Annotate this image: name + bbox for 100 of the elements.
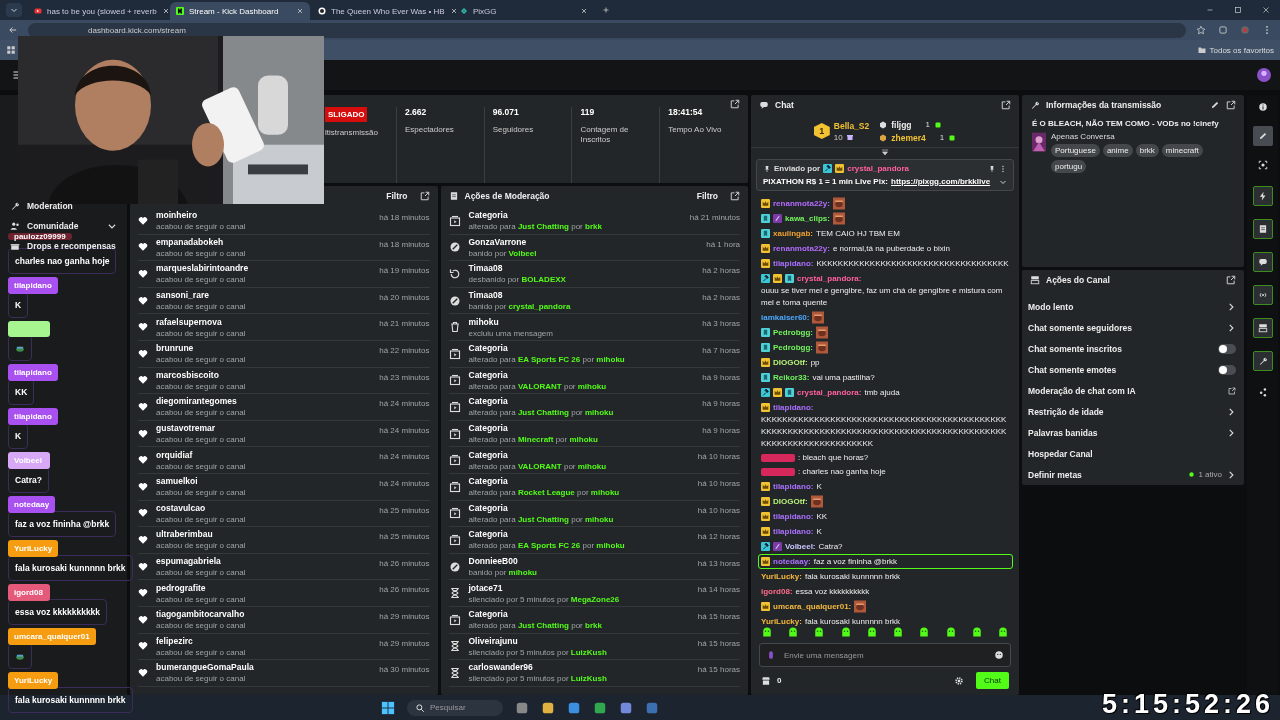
tag[interactable]: minecraft — [1161, 144, 1203, 157]
hammer-badge-icon — [761, 274, 770, 283]
tool-button[interactable] — [1252, 252, 1273, 272]
filter-button[interactable]: Filtro — [386, 191, 408, 201]
tv-icon — [448, 347, 461, 360]
tool-button[interactable] — [1252, 219, 1273, 239]
browser-tab[interactable]: The Queen Who Ever Was • HB — [312, 2, 452, 20]
toggle-switch[interactable] — [1218, 343, 1236, 354]
user-name: crystal_pandora: — [797, 387, 862, 399]
chat-button[interactable]: Chat — [976, 672, 1009, 689]
user-name: DIOGOtf: — [773, 357, 808, 369]
user-name: tilapidano: — [773, 511, 814, 523]
channel-action[interactable]: Hospedar Canal — [1022, 443, 1244, 464]
user-name: notedaay: — [773, 556, 811, 568]
user-name-tag: umcara_qualquer01 — [8, 628, 96, 645]
message-field[interactable]: Envie uma mensagem — [759, 643, 1011, 667]
expand-icon — [419, 191, 430, 201]
bookmarks-link[interactable]: Todos os favoritos — [1197, 45, 1274, 55]
close-tab-button[interactable] — [580, 7, 588, 15]
new-tab-button[interactable] — [602, 6, 610, 14]
expand-button[interactable] — [419, 191, 430, 201]
close-icon — [1262, 6, 1270, 14]
sidebar-item[interactable]: Moderation — [0, 200, 127, 212]
tv-icon — [448, 400, 461, 413]
activity-description: acabou de seguir o canal — [156, 461, 247, 471]
timestamp: há 10 horas — [697, 478, 740, 488]
link[interactable]: https://pixgg.com/brkklive — [891, 177, 991, 186]
tv-icon — [448, 374, 461, 387]
user-name-tag: YuriLucky — [8, 672, 59, 689]
chevron-down-icon — [10, 6, 18, 14]
tag[interactable]: Portuguese — [1051, 144, 1100, 157]
nodes-icon — [1257, 387, 1268, 397]
channel-action[interactable]: Chat somente emotes — [1022, 359, 1244, 380]
tool-button[interactable] — [1252, 186, 1273, 206]
search-field[interactable]: Pesquisar — [407, 699, 503, 716]
bookmark-badge-icon — [761, 229, 770, 238]
action-description: desbanido por BOLADEXX — [468, 275, 567, 285]
message-text: KKKKKKKKKKKKKKKKKKKKKKKKKKKKKKKKKKKK — [816, 257, 1009, 270]
close-tab-button[interactable] — [449, 7, 458, 15]
close-tab-button[interactable] — [161, 7, 170, 15]
tool-button[interactable] — [1252, 318, 1273, 338]
channel-action[interactable]: Chat somente inscritos — [1022, 338, 1244, 359]
user-name: umcara_qualquer01: — [773, 601, 852, 613]
expand-button[interactable] — [1226, 275, 1236, 285]
settings-button[interactable] — [954, 675, 965, 686]
timestamp: há 1 hora — [706, 239, 740, 249]
tag[interactable]: anime — [1102, 144, 1133, 157]
timestamp: há 9 horas — [702, 372, 740, 382]
maximize-icon — [1234, 6, 1242, 14]
channel-action[interactable]: Definir metas 1 ativo — [1022, 464, 1244, 485]
channel-action[interactable]: Modo lento — [1022, 296, 1244, 317]
action-title: Timaa08 — [468, 290, 504, 301]
tool-button[interactable] — [1252, 126, 1273, 146]
tab-title: PixGG — [473, 6, 498, 16]
timestamp: há 13 horas — [697, 558, 740, 568]
action-description: banido por Volbeel — [468, 248, 538, 258]
channel-action[interactable]: Palavras banidas — [1022, 422, 1244, 443]
tool-button[interactable] — [1252, 351, 1273, 371]
action-description: alterado para EA Sports FC 26 por mihoku — [468, 541, 626, 551]
sidebar-item[interactable]: Drops e recompensas — [0, 240, 127, 252]
message-text: pp — [810, 356, 820, 369]
toggle-switch[interactable] — [1218, 364, 1236, 375]
emote-icon — [839, 626, 852, 638]
expand-button[interactable] — [1001, 100, 1011, 110]
crown-badge-icon — [773, 388, 782, 397]
people-icon — [10, 221, 20, 231]
edit-button[interactable] — [1210, 100, 1220, 110]
browser-tab[interactable]: PixGG — [454, 2, 594, 20]
hammer-badge-icon — [761, 388, 770, 397]
user-name: costavulcao — [156, 502, 207, 513]
browser-tab[interactable]: Stream - Kick Dashboard — [170, 2, 310, 20]
expand-button[interactable] — [730, 191, 740, 201]
channel-action[interactable]: Chat somente seguidores — [1022, 317, 1244, 338]
channel-action[interactable]: Moderação de chat com IA — [1022, 380, 1244, 401]
timestamp: há 26 minutos — [379, 585, 430, 595]
message-text: tmb ajuda — [864, 386, 900, 399]
message-input[interactable]: Envie uma mensagem — [784, 650, 986, 660]
timestamp: há 25 minutos — [379, 532, 430, 542]
message-text: K — [15, 431, 22, 441]
sidebar-item[interactable]: Comunidade — [0, 220, 127, 232]
user-name: rafaelsupernova — [156, 316, 223, 327]
tag[interactable]: brkk — [1135, 144, 1159, 157]
tab-title: Stream - Kick Dashboard — [189, 6, 280, 16]
tag[interactable]: portugu — [1051, 160, 1087, 173]
timestamp: há 9 horas — [702, 425, 740, 435]
browser-tab[interactable]: has to be you (slowed + reverb — [28, 2, 168, 20]
tab-search-button[interactable] — [6, 3, 22, 17]
expand-button[interactable] — [1226, 100, 1236, 110]
filter-button[interactable]: Filtro — [696, 191, 718, 201]
expand-button[interactable] — [730, 99, 740, 109]
expand-icon — [1226, 100, 1236, 110]
message-text: faz a voz fininha @brkk — [813, 555, 898, 568]
tv-icon — [448, 214, 461, 227]
close-tab-button[interactable] — [296, 7, 304, 15]
note-icon — [1257, 224, 1268, 234]
close-icon — [161, 7, 170, 15]
address-field[interactable]: dashboard.kick.com/stream — [28, 22, 1186, 38]
bookmark-badge-icon — [785, 274, 794, 283]
ban-icon — [448, 241, 461, 254]
channel-action[interactable]: Restrição de idade — [1022, 401, 1244, 422]
